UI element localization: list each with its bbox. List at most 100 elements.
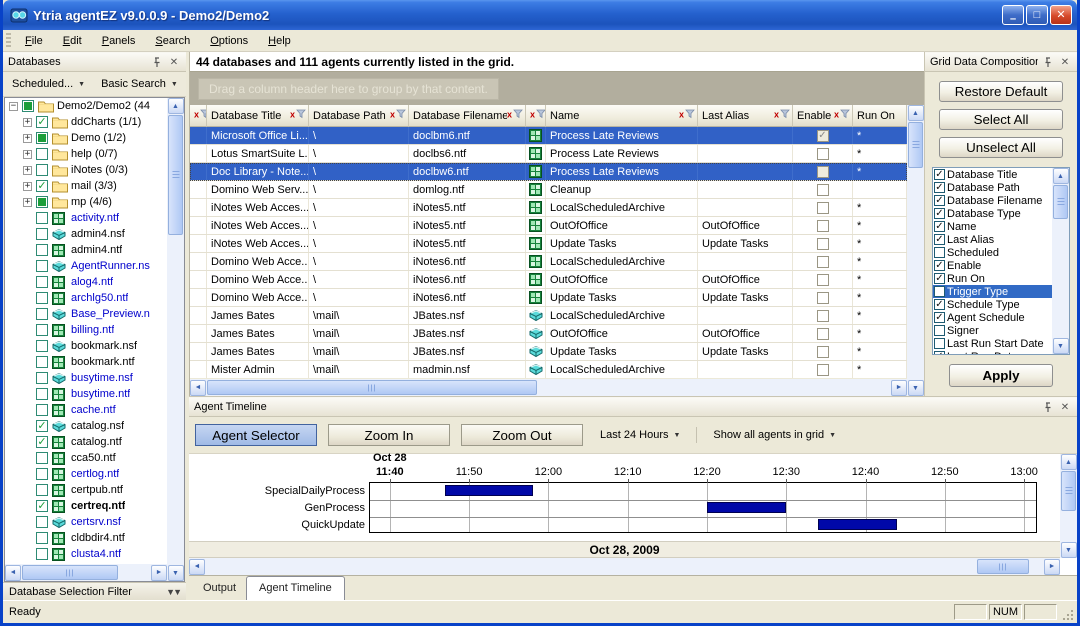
scroll-up-icon[interactable]: ▲ <box>168 98 184 114</box>
tree-checkbox[interactable] <box>36 388 48 400</box>
composition-field[interactable]: ✓Run On <box>933 272 1052 285</box>
tree-item[interactable]: +✓ddCharts (1/1) <box>5 114 167 130</box>
tree-checkbox[interactable] <box>36 164 48 176</box>
restore-default-button[interactable]: Restore Default <box>939 81 1063 102</box>
scrollbar-thumb[interactable] <box>1061 471 1076 511</box>
tree-item[interactable]: admin4.nsf <box>5 226 167 242</box>
tree-item[interactable]: busytime.nsf <box>5 370 167 386</box>
column-header-name[interactable]: Namex <box>546 105 698 127</box>
menu-panels[interactable]: Panels <box>92 32 146 50</box>
field-checkbox[interactable]: ✓ <box>934 221 945 232</box>
agent-selector-button[interactable]: Agent Selector <box>195 424 317 446</box>
menu-help[interactable]: Help <box>258 32 301 50</box>
table-row[interactable]: James Bates\mail\JBates.nsfLocalSchedule… <box>190 307 907 325</box>
filter-icon[interactable]: x <box>834 109 850 122</box>
tree-checkbox[interactable] <box>36 292 48 304</box>
tree-item[interactable]: busytime.ntf <box>5 386 167 402</box>
tree-item[interactable]: certsrv.nsf <box>5 514 167 530</box>
tree-checkbox[interactable]: ✓ <box>36 436 48 448</box>
enable-checkbox[interactable] <box>817 364 829 376</box>
tree-item[interactable]: archlg50.ntf <box>5 290 167 306</box>
timeline-bar[interactable] <box>445 485 532 496</box>
tree-item[interactable]: admin4.ntf <box>5 242 167 258</box>
enable-checkbox[interactable] <box>817 274 829 286</box>
tree-item[interactable]: cca50.ntf <box>5 450 167 466</box>
collapse-icon[interactable]: − <box>9 102 18 111</box>
scrollbar-thumb[interactable] <box>168 115 183 235</box>
tree-item[interactable]: +✓mail (3/3) <box>5 178 167 194</box>
field-checkbox[interactable]: ✓ <box>934 182 945 193</box>
scrollbar-thumb[interactable] <box>207 380 537 395</box>
table-row[interactable]: Domino Web Acce...\iNotes6.ntfOutOfOffic… <box>190 271 907 289</box>
timeline-bar[interactable] <box>818 519 897 530</box>
composition-field[interactable]: ✓Last Alias <box>933 233 1052 246</box>
table-row[interactable]: iNotes Web Acces...\iNotes5.ntfLocalSche… <box>190 199 907 217</box>
tree-checkbox[interactable] <box>22 100 34 112</box>
column-header-col0[interactable]: x <box>190 105 207 127</box>
tree-item[interactable]: −Demo2/Demo2 (44 <box>5 98 167 114</box>
scroll-down-icon[interactable]: ▼ <box>1061 542 1077 558</box>
unselect-all-button[interactable]: Unselect All <box>939 137 1063 158</box>
composition-field[interactable]: Scheduled <box>933 246 1052 259</box>
filter-icon[interactable]: x <box>290 109 306 122</box>
tree-item[interactable]: +help (0/7) <box>5 146 167 162</box>
basic-search-dropdown[interactable]: Basic Search ▼ <box>96 75 183 93</box>
timeline-horizontal-scrollbar[interactable]: ◄ ► <box>189 558 1060 575</box>
filter-icon[interactable]: x <box>530 109 546 122</box>
tree-item[interactable]: billing.ntf <box>5 322 167 338</box>
tree-checkbox[interactable] <box>36 276 48 288</box>
expand-icon[interactable]: + <box>23 198 32 207</box>
composition-field[interactable]: ✓Schedule Type <box>933 298 1052 311</box>
enable-checkbox[interactable] <box>817 184 829 196</box>
column-header-col4[interactable]: x <box>526 105 546 127</box>
enable-checkbox[interactable] <box>817 238 829 250</box>
menu-search[interactable]: Search <box>145 32 200 50</box>
scheduled-dropdown[interactable]: Scheduled... ▼ <box>7 75 90 93</box>
scrollbar-thumb[interactable] <box>22 565 118 580</box>
table-row[interactable]: James Bates\mail\JBates.nsfUpdate TasksU… <box>190 343 907 361</box>
toolbar-grip[interactable] <box>6 33 11 49</box>
tree-item[interactable]: cache.ntf <box>5 402 167 418</box>
tree-checkbox[interactable] <box>36 532 48 544</box>
enable-checkbox[interactable] <box>817 310 829 322</box>
scroll-right-icon[interactable]: ► <box>891 380 907 396</box>
tree-checkbox[interactable] <box>36 372 48 384</box>
field-checkbox[interactable] <box>934 325 945 336</box>
tree-checkbox[interactable] <box>36 484 48 496</box>
field-checkbox[interactable]: ✓ <box>934 351 945 354</box>
expand-icon[interactable]: + <box>23 134 32 143</box>
maximize-button[interactable]: □ <box>1026 5 1048 25</box>
tree-checkbox[interactable]: ✓ <box>36 180 48 192</box>
composition-field[interactable]: Trigger Type <box>933 285 1052 298</box>
scrollbar-thumb[interactable] <box>1053 185 1068 219</box>
tree-item[interactable]: AgentRunner.ns <box>5 258 167 274</box>
tree-item[interactable]: cldbdir4.ntf <box>5 530 167 546</box>
scroll-down-icon[interactable]: ▼ <box>1053 338 1069 354</box>
expand-icon[interactable]: + <box>23 118 32 127</box>
timeline-vertical-scrollbar[interactable]: ▲ ▼ <box>1060 454 1077 558</box>
tree-item[interactable]: ✓certreq.ntf <box>5 498 167 514</box>
table-row[interactable]: Doc Library - Note...\doclbw6.ntfProcess… <box>190 163 907 181</box>
tree-item[interactable]: certpub.ntf <box>5 482 167 498</box>
grid-vertical-scrollbar[interactable]: ▲ ▼ <box>907 105 924 396</box>
composition-field[interactable]: ✓Database Title <box>933 168 1052 181</box>
expand-icon[interactable]: + <box>23 150 32 159</box>
tree-item[interactable]: +iNotes (0/3) <box>5 162 167 178</box>
composition-field[interactable]: ✓Database Filename <box>933 194 1052 207</box>
pin-icon[interactable] <box>150 56 164 69</box>
filter-icon[interactable]: x <box>194 109 207 122</box>
enable-checkbox[interactable] <box>817 256 829 268</box>
table-row[interactable]: Microsoft Office Li...\doclbm6.ntfProces… <box>190 127 907 145</box>
table-row[interactable]: iNotes Web Acces...\iNotes5.ntfUpdate Ta… <box>190 235 907 253</box>
resize-grip[interactable] <box>1061 608 1074 621</box>
table-row[interactable]: Lotus SmartSuite L...\doclbs6.ntfProcess… <box>190 145 907 163</box>
enable-checkbox[interactable] <box>817 166 829 178</box>
tree-checkbox[interactable]: ✓ <box>36 116 48 128</box>
zoom-in-button[interactable]: Zoom In <box>328 424 450 446</box>
scroll-left-icon[interactable]: ◄ <box>189 559 205 575</box>
table-row[interactable]: James Bates\mail\JBates.nsfOutOfOfficeOu… <box>190 325 907 343</box>
expand-icon[interactable]: + <box>23 166 32 175</box>
field-checkbox[interactable]: ✓ <box>934 208 945 219</box>
scroll-left-icon[interactable]: ◄ <box>5 565 21 581</box>
tree-checkbox[interactable] <box>36 516 48 528</box>
